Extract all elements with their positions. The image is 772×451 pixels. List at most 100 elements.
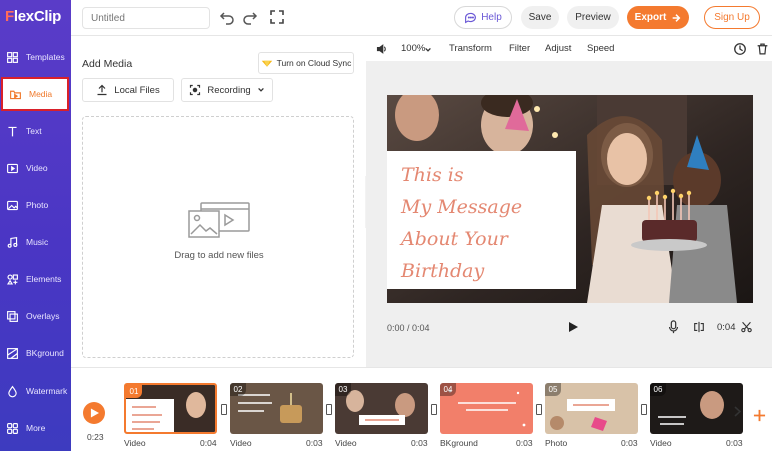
transition-handle[interactable] bbox=[641, 404, 647, 415]
sidebar-item-elements[interactable]: Elements bbox=[0, 262, 71, 296]
message-line: My Message bbox=[401, 196, 523, 218]
video-canvas[interactable]: This is My Message About Your Birthday bbox=[387, 95, 753, 303]
zoom-select[interactable]: 100% bbox=[401, 43, 425, 54]
export-label: Export bbox=[634, 12, 667, 23]
save-label: Save bbox=[528, 12, 552, 23]
chevron-down-icon[interactable] bbox=[424, 46, 432, 54]
drop-hint: Drag to add new files bbox=[174, 250, 264, 261]
microphone-icon[interactable] bbox=[668, 320, 679, 334]
chevron-right-icon[interactable] bbox=[734, 406, 741, 417]
timeline-play-button[interactable] bbox=[83, 402, 105, 424]
sign-up-label: Sign Up bbox=[714, 12, 750, 23]
recording-button[interactable]: Recording bbox=[181, 78, 273, 102]
background-icon bbox=[7, 347, 18, 359]
transition-handle[interactable] bbox=[536, 404, 542, 415]
redo-icon[interactable] bbox=[242, 9, 258, 25]
overlays-icon bbox=[7, 310, 18, 322]
sign-up-button[interactable]: Sign Up bbox=[704, 6, 760, 29]
clip-number: 05 bbox=[545, 383, 561, 396]
trash-icon[interactable] bbox=[756, 42, 769, 56]
photo-icon bbox=[7, 200, 18, 210]
clip-type-label: Video bbox=[124, 438, 146, 448]
templates-icon bbox=[7, 51, 18, 63]
sidebar-item-label: Media bbox=[29, 89, 53, 99]
watermark-icon bbox=[8, 385, 17, 397]
sidebar-item-label: Watermark bbox=[26, 386, 68, 396]
text-icon bbox=[8, 126, 17, 136]
sidebar-item-label: Music bbox=[26, 237, 49, 247]
clip-type-label: BKground bbox=[440, 438, 478, 448]
sidebar-item-photo[interactable]: Photo bbox=[0, 188, 71, 222]
clip-duration-label: 0:03 bbox=[621, 438, 638, 448]
undo-icon[interactable] bbox=[219, 9, 235, 25]
timeline-clip-4[interactable]: 04 bbox=[440, 383, 533, 434]
scissors-icon[interactable] bbox=[741, 321, 752, 333]
media-placeholder-icon bbox=[188, 202, 250, 238]
message-text-card[interactable]: This is My Message About Your Birthday bbox=[387, 151, 576, 289]
sidebar-item-music[interactable]: Music bbox=[0, 225, 71, 259]
filter-button[interactable]: Filter bbox=[509, 43, 530, 54]
help-button[interactable]: Help bbox=[454, 6, 512, 29]
play-icon[interactable] bbox=[567, 321, 579, 333]
clock-icon[interactable] bbox=[733, 42, 747, 56]
timeline-clip-6[interactable]: 06 bbox=[650, 383, 743, 434]
message-line: Birthday bbox=[401, 260, 485, 282]
sidebar-item-templates[interactable]: Templates bbox=[0, 40, 71, 74]
sidebar-item-overlays[interactable]: Overlays bbox=[0, 299, 71, 333]
message-line: About Your bbox=[401, 228, 508, 250]
preview-area: 100% Transform Filter Adjust Speed This … bbox=[366, 37, 772, 367]
clip-type-label: Video bbox=[230, 438, 252, 448]
video-icon bbox=[7, 163, 18, 173]
panel-title: Add Media bbox=[82, 58, 133, 70]
sidebar-item-text[interactable]: Text bbox=[0, 114, 71, 148]
sidebar-item-label: Templates bbox=[26, 52, 65, 62]
add-clip-button[interactable] bbox=[753, 409, 766, 427]
project-title-input[interactable] bbox=[82, 7, 210, 29]
local-files-button[interactable]: Local Files bbox=[82, 78, 174, 102]
plus-icon bbox=[753, 409, 766, 422]
sidebar-item-media[interactable]: Media bbox=[1, 77, 69, 111]
clip-number: 02 bbox=[230, 383, 246, 396]
preview-button[interactable]: Preview bbox=[567, 6, 619, 29]
timeline-clip-5[interactable]: 05 bbox=[545, 383, 638, 434]
timeline-clip-3[interactable]: 03 bbox=[335, 383, 428, 434]
save-button[interactable]: Save bbox=[521, 6, 559, 29]
cloud-sync-button[interactable]: Turn on Cloud Sync bbox=[258, 52, 354, 74]
transition-handle[interactable] bbox=[431, 404, 437, 415]
transition-handle[interactable] bbox=[221, 404, 227, 415]
preview-toolbar: 100% Transform Filter Adjust Speed bbox=[366, 37, 772, 61]
more-icon bbox=[7, 422, 18, 434]
sidebar-item-label: Elements bbox=[26, 274, 62, 284]
media-dropzone[interactable]: Drag to add new files bbox=[82, 116, 354, 358]
sidebar-item-more[interactable]: More bbox=[0, 411, 71, 445]
play-icon bbox=[90, 408, 99, 418]
sidebar-item-label: More bbox=[26, 423, 46, 433]
sidebar-item-watermark[interactable]: Watermark bbox=[0, 374, 71, 408]
transform-button[interactable]: Transform bbox=[449, 43, 492, 54]
flexclip-logo[interactable]: FlexClip bbox=[5, 8, 61, 25]
sidebar-item-label: Photo bbox=[26, 200, 49, 210]
elements-icon bbox=[7, 273, 18, 285]
clip-type-label: Video bbox=[335, 438, 357, 448]
volume-icon[interactable] bbox=[376, 43, 388, 55]
adjust-button[interactable]: Adjust bbox=[545, 43, 571, 54]
export-button[interactable]: Export bbox=[627, 6, 689, 29]
sidebar-item-video[interactable]: Video bbox=[0, 151, 71, 185]
arrow-right-icon bbox=[672, 13, 681, 22]
transition-handle[interactable] bbox=[326, 404, 332, 415]
sidebar-item-bkground[interactable]: BKground bbox=[0, 336, 71, 370]
clip-duration-label: 0:03 bbox=[411, 438, 428, 448]
media-folder-icon bbox=[10, 90, 21, 99]
split-icon[interactable] bbox=[693, 321, 705, 333]
top-bar: Help Save Preview Export Sign Up bbox=[71, 0, 772, 36]
chevron-down-icon bbox=[257, 87, 264, 92]
clip-duration-label: 0:04 bbox=[200, 438, 217, 448]
timeline-clip-2[interactable]: 02 bbox=[230, 383, 323, 434]
timeline-clip-1[interactable]: 01 bbox=[124, 383, 217, 434]
clip-type-label: Video bbox=[650, 438, 672, 448]
chat-bubble-icon bbox=[465, 12, 477, 24]
fullscreen-icon[interactable] bbox=[269, 9, 285, 25]
speed-button[interactable]: Speed bbox=[587, 43, 614, 54]
clip-duration-label: 0:03 bbox=[516, 438, 533, 448]
clip-number: 03 bbox=[335, 383, 351, 396]
